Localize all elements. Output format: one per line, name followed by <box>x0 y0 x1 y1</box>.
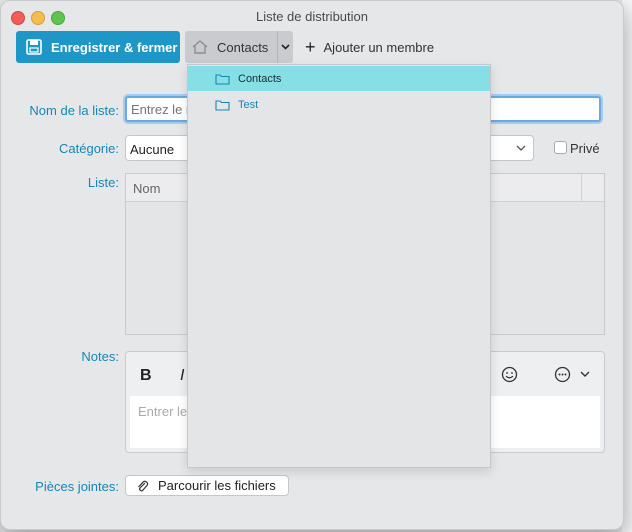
save-and-close-label: Enregistrer & fermer <box>51 39 178 55</box>
category-value: Aucune <box>130 142 175 157</box>
more-options-icon[interactable] <box>554 366 571 383</box>
notes-placeholder: Entrer les <box>138 404 194 419</box>
toolbar: Enregistrer & fermer Contacts + Ajouter … <box>1 31 623 65</box>
address-book-dropdown-toggle[interactable] <box>277 31 293 63</box>
address-book-label: Contacts <box>217 39 269 55</box>
column-header-name[interactable]: Nom <box>133 181 160 196</box>
dropdown-item-label: Contacts <box>238 72 282 85</box>
browse-files-label: Parcourir les fichiers <box>158 478 276 493</box>
chevron-down-icon <box>281 44 290 50</box>
column-divider <box>581 174 582 201</box>
browse-files-button[interactable]: Parcourir les fichiers <box>125 475 289 496</box>
save-icon <box>26 39 42 55</box>
private-label: Privé <box>570 141 600 156</box>
address-book-button[interactable]: Contacts <box>185 31 277 63</box>
bold-button[interactable]: B <box>140 367 152 385</box>
emoji-icon[interactable] <box>501 366 518 383</box>
folder-icon <box>215 73 230 85</box>
category-label: Catégorie: <box>59 141 119 156</box>
add-member-label: Ajouter un membre <box>323 39 435 55</box>
add-member-button[interactable]: + Ajouter un membre <box>305 31 434 63</box>
attachments-label: Pièces jointes: <box>35 479 119 494</box>
window-title: Liste de distribution <box>255 9 368 24</box>
chevron-down-icon[interactable] <box>580 370 590 378</box>
italic-button[interactable]: I <box>180 367 184 385</box>
dropdown-item-label: Test <box>238 98 259 111</box>
list-name-label: Nom de la liste: <box>29 103 119 118</box>
paperclip-icon <box>138 480 149 491</box>
title-bar: Liste de distribution <box>1 1 623 31</box>
dropdown-item-contacts[interactable]: Contacts <box>188 66 490 91</box>
private-checkbox[interactable] <box>554 141 567 154</box>
members-list-label: Liste: <box>87 175 119 190</box>
home-icon <box>192 40 208 54</box>
save-and-close-button[interactable]: Enregistrer & fermer <box>16 31 180 63</box>
chevron-down-icon <box>516 145 526 151</box>
address-book-dropdown: Contacts Test <box>187 64 491 468</box>
notes-label: Notes: <box>81 349 119 364</box>
dropdown-item-test[interactable]: Test <box>188 92 490 117</box>
plus-icon: + <box>305 36 316 57</box>
folder-icon <box>215 99 230 111</box>
distribution-list-window: Liste de distribution Enregistrer & ferm… <box>0 0 624 530</box>
